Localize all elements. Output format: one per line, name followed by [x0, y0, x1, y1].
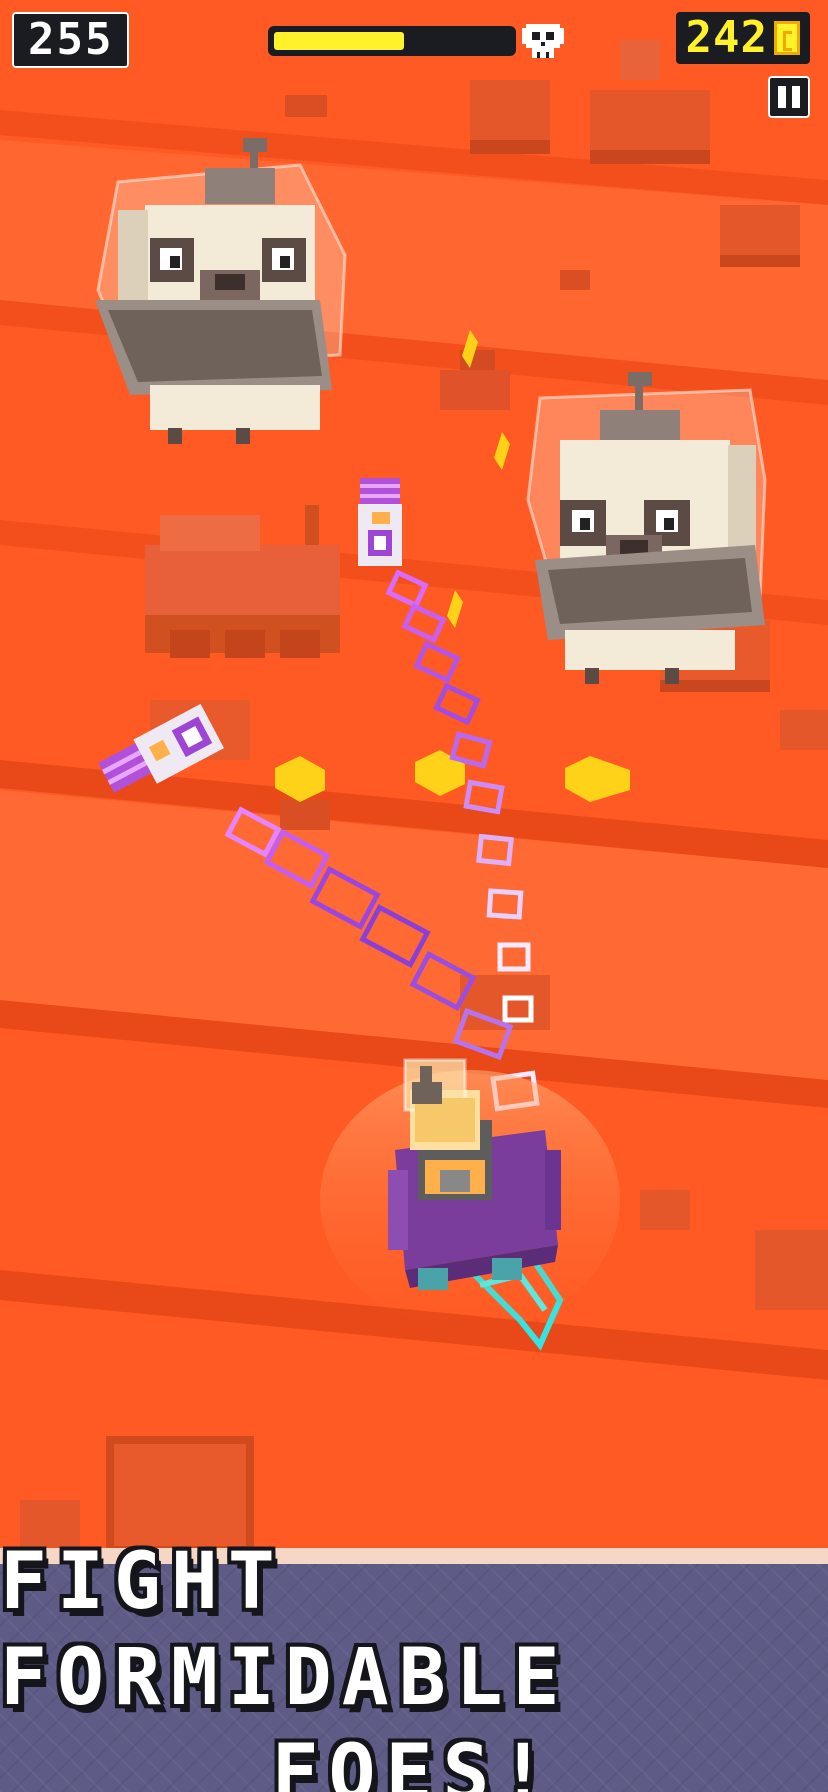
game-scene[interactable] — [0, 0, 828, 1560]
pause-icon — [792, 86, 800, 108]
score-display: 255 — [12, 12, 130, 68]
banner-headline-line2: FOES! — [271, 1729, 557, 1792]
game-screen[interactable]: 255 242 FIGHT FORMIDABLE FOES! — [0, 0, 828, 1792]
coin-icon — [774, 21, 800, 55]
promo-banner: FIGHT FORMIDABLE FOES! — [0, 1537, 828, 1792]
drone-enemy — [358, 478, 402, 566]
boss-health-fill — [274, 32, 404, 50]
score-value: 255 — [28, 14, 114, 65]
skull-icon — [522, 24, 564, 58]
banner-headline-line1: FIGHT FORMIDABLE — [0, 1537, 570, 1723]
pug-boss-enemy — [526, 372, 767, 684]
boss-health-bar — [268, 20, 568, 62]
pause-icon — [778, 86, 786, 108]
coin-count: 242 — [685, 12, 768, 63]
coin-counter: 242 — [675, 12, 810, 64]
boss-health-track — [268, 26, 516, 56]
pause-button[interactable] — [768, 76, 810, 118]
